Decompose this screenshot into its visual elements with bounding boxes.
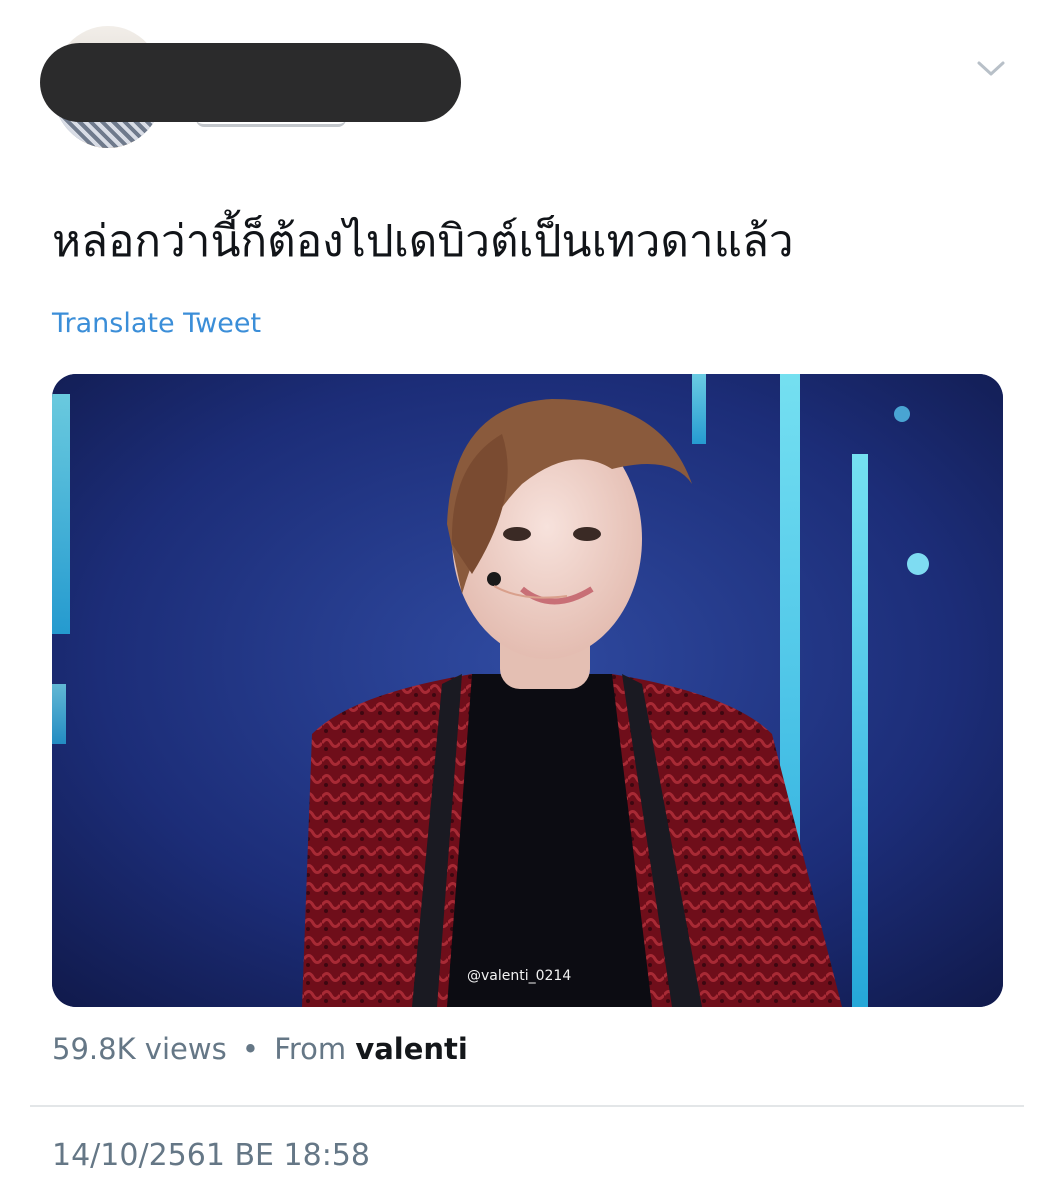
source-link[interactable]: valenti bbox=[355, 1032, 468, 1066]
tweet-meta: 59.8K views • From valenti bbox=[52, 1032, 468, 1066]
divider bbox=[30, 1105, 1024, 1107]
tweet-header bbox=[0, 0, 1054, 170]
video-watermark: @valenti_0214 bbox=[467, 968, 572, 984]
view-count: 59.8K views bbox=[52, 1032, 227, 1066]
tweet-text: หล่อกว่านี้ก็ต้องไปเดบิวต์เป็นเทวดาแล้ว bbox=[52, 216, 794, 267]
tweet-video[interactable]: @valenti_0214 bbox=[52, 374, 1003, 1007]
translate-tweet-link[interactable]: Translate Tweet bbox=[52, 308, 261, 339]
chevron-down-icon[interactable] bbox=[971, 54, 1011, 84]
from-label: From bbox=[274, 1032, 347, 1066]
tweet-timestamp: 14/10/2561 BE 18:58 bbox=[52, 1138, 370, 1173]
meta-separator: • bbox=[241, 1032, 260, 1066]
video-frame bbox=[52, 374, 1003, 1007]
redacted-username bbox=[40, 43, 461, 122]
